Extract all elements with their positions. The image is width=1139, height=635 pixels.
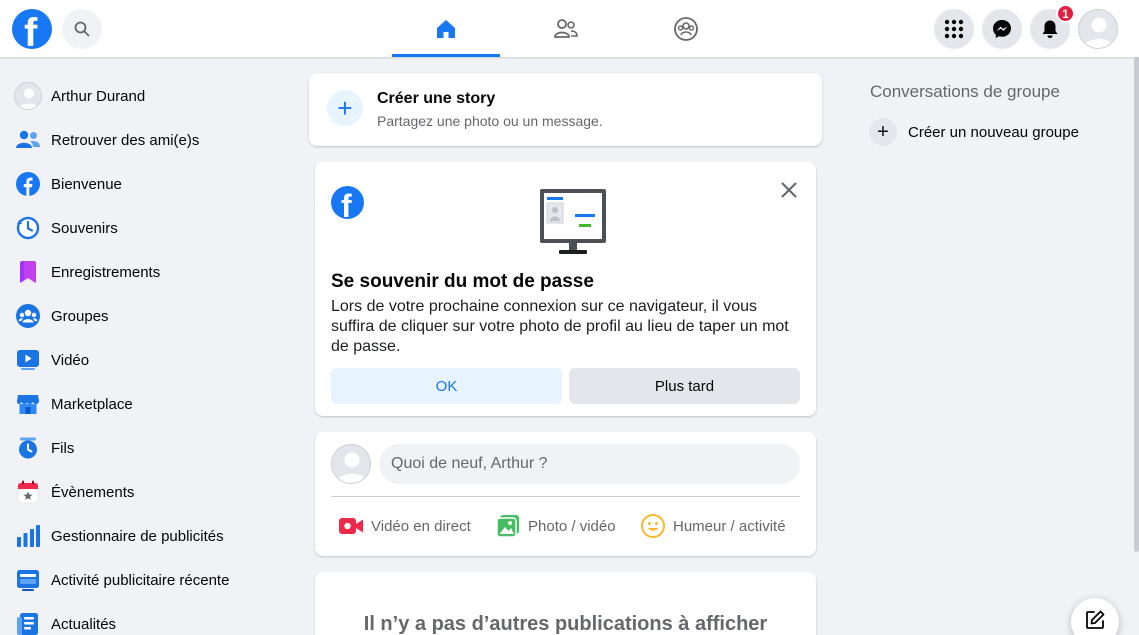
sidebar-item-label: Groupes — [51, 307, 109, 325]
tab-groups[interactable] — [632, 0, 740, 57]
messenger-icon — [993, 20, 1011, 38]
groups-icon — [14, 302, 42, 330]
feeling-activity-label: Humeur / activité — [673, 517, 786, 535]
facebook-logo-letter: f — [24, 11, 38, 49]
sidebar-item-video[interactable]: Vidéo — [8, 338, 298, 382]
ad-activity-icon — [14, 566, 42, 594]
sidebar-item-label: Vidéo — [51, 351, 90, 369]
monitor-illustration — [539, 188, 607, 261]
group-conversations-title: Conversations de groupe — [870, 82, 1060, 101]
live-video-button[interactable]: Vidéo en direct — [339, 510, 471, 542]
smiley-icon — [641, 514, 665, 538]
avatar-placeholder-icon — [1083, 17, 1115, 48]
dialog-text: Lors de votre prochaine connexion sur ce… — [331, 298, 789, 355]
status-input[interactable]: Quoi de neuf, Arthur ? — [379, 444, 800, 484]
sidebar-item-profile[interactable]: Arthur Durand — [8, 74, 298, 118]
page-scrollbar[interactable] — [1134, 57, 1139, 552]
sidebar-item-label: Retrouver des ami(e)s — [51, 131, 200, 149]
facebook-logo[interactable]: f — [12, 9, 52, 49]
plus-icon: + — [869, 118, 897, 146]
bookmark-icon — [14, 258, 42, 286]
left-sidebar: Arthur Durand Retrouver des ami(e)s Bien… — [8, 74, 298, 635]
close-icon — [781, 182, 797, 198]
sidebar-item-label: Enregistrements — [51, 263, 161, 281]
sidebar-item-label: Évènements — [51, 483, 135, 501]
remember-password-card: f Se souvenir du mot de passe Lors de vo… — [315, 162, 816, 416]
search-icon — [74, 21, 90, 37]
video-icon — [14, 346, 42, 374]
sidebar-item-label: Activité publicitaire récente — [51, 571, 230, 589]
news-icon — [14, 610, 42, 635]
no-more-posts-card: Il n’y a pas d’autres publications à aff… — [315, 572, 816, 635]
live-video-icon — [339, 517, 363, 535]
plus-icon[interactable]: + — [327, 90, 363, 126]
facebook-logo-letter: f — [341, 188, 352, 219]
calendar-star-icon — [14, 478, 42, 506]
sidebar-item-label: Bienvenue — [51, 175, 122, 193]
sidebar-item-groups[interactable]: Groupes — [8, 294, 298, 338]
compose-icon — [1086, 610, 1105, 629]
account-avatar[interactable] — [1078, 9, 1118, 49]
menu-button[interactable] — [934, 9, 974, 49]
sidebar-item-label: Gestionnaire de publicités — [51, 527, 224, 545]
tab-home[interactable] — [392, 0, 500, 57]
create-story-card[interactable]: + Créer une story Partagez une photo ou … — [309, 73, 822, 146]
post-composer: Quoi de neuf, Arthur ? Vidéo en direct P… — [315, 432, 816, 556]
sidebar-item-label: Arthur Durand — [51, 87, 146, 105]
create-new-group-label: Créer un nouveau groupe — [908, 123, 1079, 141]
sidebar-item-news[interactable]: Actualités — [8, 602, 298, 635]
sidebar-item-label: Fils — [51, 439, 75, 457]
sidebar-item-saved[interactable]: Enregistrements — [8, 250, 298, 294]
search-button[interactable] — [62, 9, 102, 49]
create-new-group-button[interactable]: + Créer un nouveau groupe — [869, 117, 1079, 147]
no-more-posts-text: Il n’y a pas d’autres publications à aff… — [363, 613, 768, 635]
divider — [331, 496, 800, 497]
shop-icon — [14, 390, 42, 418]
home-icon — [437, 19, 455, 38]
bell-icon — [1042, 20, 1058, 38]
facebook-icon: f — [331, 186, 364, 219]
sidebar-item-ads-manager[interactable]: Gestionnaire de publicités — [8, 514, 298, 558]
sidebar-item-label: Actualités — [51, 615, 117, 633]
bar-chart-icon — [14, 522, 42, 550]
top-navigation-bar: f 1 — [0, 0, 1139, 57]
sidebar-item-label: Marketplace — [51, 395, 133, 413]
feeling-activity-button[interactable]: Humeur / activité — [641, 510, 786, 542]
tab-friends[interactable] — [512, 0, 620, 57]
sidebar-item-ad-activity[interactable]: Activité publicitaire récente — [8, 558, 298, 602]
facebook-icon — [14, 170, 42, 198]
close-button[interactable] — [777, 178, 801, 202]
avatar[interactable] — [331, 444, 371, 484]
sidebar-item-events[interactable]: Évènements — [8, 470, 298, 514]
sidebar-item-feeds[interactable]: Fils — [8, 426, 298, 470]
friends-icon — [554, 18, 578, 38]
feeds-icon — [14, 434, 42, 462]
sidebar-item-label: Souvenirs — [51, 219, 118, 237]
messenger-button[interactable] — [982, 9, 1022, 49]
dialog-title: Se souvenir du mot de passe — [331, 271, 594, 292]
new-message-button[interactable] — [1071, 598, 1119, 635]
notification-badge: 1 — [1056, 4, 1075, 23]
story-subtitle: Partagez une photo ou un message. — [377, 113, 603, 129]
photo-icon — [496, 514, 520, 538]
sidebar-item-welcome[interactable]: Bienvenue — [8, 162, 298, 206]
sidebar-item-marketplace[interactable]: Marketplace — [8, 382, 298, 426]
photo-video-label: Photo / vidéo — [528, 517, 616, 535]
groups-icon — [674, 16, 698, 41]
profile-avatar — [14, 82, 42, 110]
friends-icon — [14, 126, 42, 154]
ok-button[interactable]: OK — [331, 368, 562, 404]
photo-video-button[interactable]: Photo / vidéo — [496, 510, 616, 542]
later-button[interactable]: Plus tard — [569, 368, 800, 404]
live-video-label: Vidéo en direct — [371, 517, 471, 535]
avatar-placeholder-icon — [336, 452, 368, 483]
story-title: Créer une story — [377, 90, 496, 107]
menu-grid-icon — [944, 19, 964, 39]
sidebar-item-find-friends[interactable]: Retrouver des ami(e)s — [8, 118, 298, 162]
sidebar-item-memories[interactable]: Souvenirs — [8, 206, 298, 250]
clock-icon — [14, 214, 42, 242]
